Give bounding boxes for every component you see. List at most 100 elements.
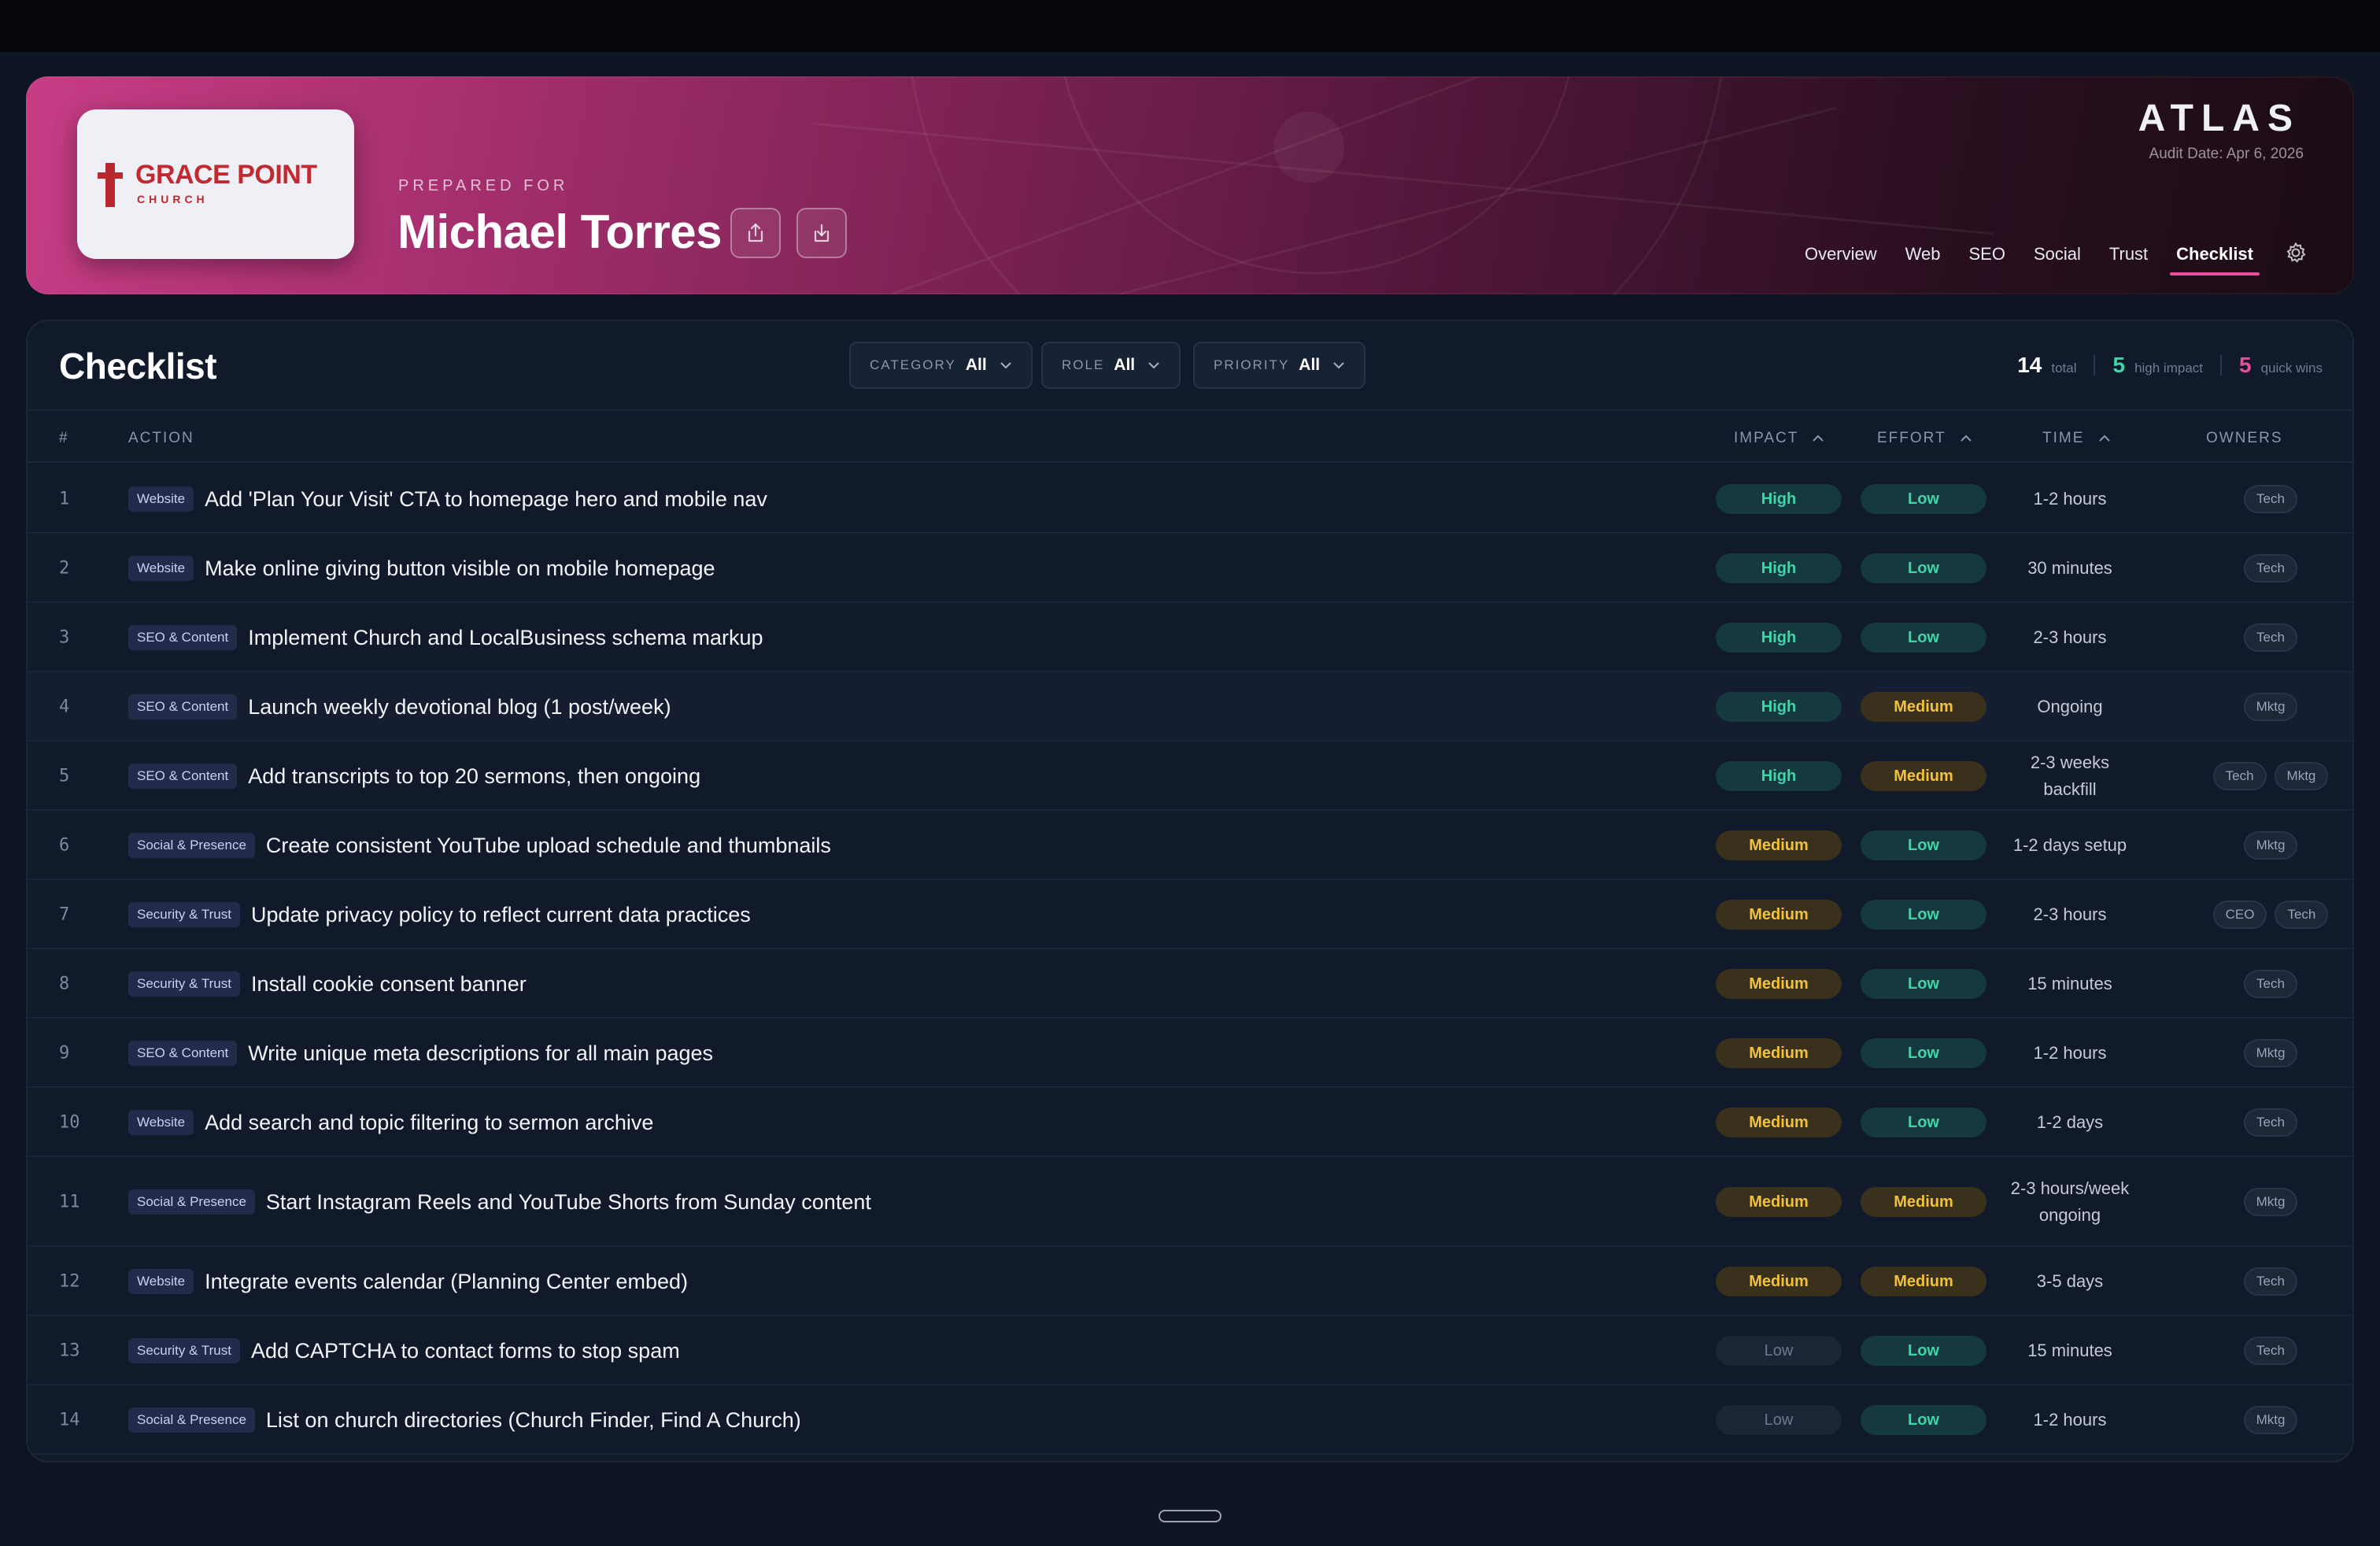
chevron-down-icon bbox=[1333, 362, 1344, 369]
action-cell: Website Add search and topic filtering to… bbox=[128, 1110, 653, 1135]
role-filter-label: ROLE bbox=[1062, 357, 1105, 372]
row-number: 2 bbox=[59, 558, 70, 579]
table-row[interactable]: 3 SEO & Content Implement Church and Local… bbox=[28, 603, 2352, 672]
category-tag: Security & Trust bbox=[128, 971, 240, 997]
effort-badge: Low bbox=[1861, 1405, 1986, 1435]
chevron-down-icon bbox=[1148, 362, 1159, 369]
row-number: 7 bbox=[59, 904, 70, 925]
table-row[interactable]: 5 SEO & Content Add transcripts to top 20 … bbox=[28, 742, 2352, 811]
category-tag: Website bbox=[128, 556, 194, 581]
share-button[interactable] bbox=[730, 208, 781, 258]
table-header: # ACTION IMPACT EFFORT TIME OWNERS bbox=[28, 412, 2352, 463]
priority-filter[interactable]: PRIORITY All bbox=[1193, 342, 1366, 389]
impact-badge: High bbox=[1716, 484, 1842, 514]
report-nav: Overview Web SEO Social Trust Checklist bbox=[1776, 242, 2307, 277]
owner-badge: Tech bbox=[2212, 762, 2267, 790]
table-row[interactable]: 1 Website Add 'Plan Your Visit' CTA to hom… bbox=[28, 464, 2352, 534]
category-tag: Social & Presence bbox=[128, 833, 255, 858]
table-row[interactable]: 8 Security & Trust Install cookie consent … bbox=[28, 949, 2352, 1019]
download-button[interactable] bbox=[796, 208, 847, 258]
tab-checklist[interactable]: Checklist bbox=[2170, 244, 2260, 276]
action-text: List on church directories (Church Finde… bbox=[265, 1407, 801, 1432]
action-text: Make online giving button visible on mob… bbox=[205, 556, 715, 580]
row-number: 9 bbox=[59, 1043, 70, 1063]
owner-badge: Tech bbox=[2244, 970, 2297, 998]
table-row[interactable]: 11 Social & Presence Start Instagram Reels… bbox=[28, 1157, 2352, 1247]
effort-badge: Low bbox=[1861, 969, 1986, 999]
time-estimate: 2-3 hours bbox=[2033, 627, 2107, 647]
effort-badge: Medium bbox=[1861, 761, 1986, 791]
tab-social[interactable]: Social bbox=[2034, 244, 2081, 276]
priority-filter-label: PRIORITY bbox=[1214, 357, 1290, 372]
owner-badge: Tech bbox=[2244, 1337, 2297, 1365]
effort-badge: Low bbox=[1861, 623, 1986, 653]
owners-cell: Tech bbox=[2176, 485, 2352, 513]
scroll-handle[interactable] bbox=[1159, 1510, 1221, 1522]
action-text: Create consistent YouTube upload schedul… bbox=[265, 833, 831, 857]
action-cell: SEO & Content Add transcripts to top 20 s… bbox=[128, 764, 700, 789]
impact-badge: High bbox=[1716, 623, 1842, 653]
chevron-up-icon bbox=[1960, 435, 1972, 442]
table-row[interactable]: 13 Security & Trust Add CAPTCHA to contact… bbox=[28, 1316, 2352, 1385]
impact-badge: High bbox=[1716, 692, 1842, 722]
owners-cell: Mktg bbox=[2176, 1039, 2352, 1067]
column-effort[interactable]: EFFORT bbox=[1877, 430, 1972, 447]
owner-badge: CEO bbox=[2212, 901, 2267, 929]
category-tag: Website bbox=[128, 1110, 194, 1135]
audit-date: Audit Date: Apr 6, 2026 bbox=[2149, 146, 2304, 162]
logo-name: GRACE POINT bbox=[135, 160, 317, 190]
time-estimate: 3-5 days bbox=[2036, 1271, 2104, 1291]
action-cell: Website Add 'Plan Your Visit' CTA to home… bbox=[128, 486, 767, 512]
owner-badge: Tech bbox=[2244, 485, 2297, 513]
report-header: GRACE POINT CHURCH PREPARED FOR Michael … bbox=[26, 76, 2354, 294]
table-row[interactable]: 4 SEO & Content Launch weekly devotional b… bbox=[28, 672, 2352, 742]
row-number: 6 bbox=[59, 835, 70, 856]
action-text: Add CAPTCHA to contact forms to stop spa… bbox=[250, 1338, 680, 1363]
category-filter[interactable]: CATEGORY All bbox=[849, 342, 1033, 389]
action-text: Install cookie consent banner bbox=[250, 971, 527, 996]
role-filter-value: All bbox=[1114, 356, 1136, 374]
owner-badge: Mktg bbox=[2243, 831, 2298, 860]
chevron-up-icon bbox=[1813, 435, 1824, 442]
time-estimate: 30 minutes bbox=[2027, 558, 2112, 578]
table-row[interactable]: 9 SEO & Content Write unique meta descript… bbox=[28, 1019, 2352, 1088]
tab-web[interactable]: Web bbox=[1905, 244, 1941, 276]
category-tag: SEO & Content bbox=[128, 694, 238, 719]
stat-divider bbox=[2094, 355, 2096, 375]
table-row[interactable]: 14 Social & Presence List on church direct… bbox=[28, 1385, 2352, 1455]
tab-trust[interactable]: Trust bbox=[2109, 244, 2148, 276]
table-row[interactable]: 10 Website Add search and topic filtering … bbox=[28, 1088, 2352, 1157]
row-number: 14 bbox=[59, 1410, 80, 1430]
settings-button[interactable] bbox=[2285, 242, 2307, 277]
tab-overview[interactable]: Overview bbox=[1805, 244, 1877, 276]
table-row[interactable]: 7 Security & Trust Update privacy policy t… bbox=[28, 880, 2352, 949]
action-cell: Website Integrate events calendar (Planni… bbox=[128, 1269, 688, 1294]
owners-cell: Tech bbox=[2176, 554, 2352, 583]
column-time[interactable]: TIME bbox=[2042, 430, 2111, 447]
column-time-label: TIME bbox=[2042, 430, 2085, 446]
checklist-stats: 14 total 5 high impact 5 quick wins bbox=[2017, 353, 2323, 378]
time-estimate: 15 minutes bbox=[2027, 1341, 2112, 1360]
column-action: ACTION bbox=[128, 430, 194, 446]
action-cell: SEO & Content Write unique meta descripti… bbox=[128, 1041, 713, 1066]
time-estimate: 1-2 hours bbox=[2033, 1410, 2107, 1429]
tab-seo[interactable]: SEO bbox=[1968, 244, 2005, 276]
table-row[interactable]: 6 Social & Presence Create consistent YouT… bbox=[28, 811, 2352, 880]
column-owners: OWNERS bbox=[2206, 430, 2283, 446]
role-filter[interactable]: ROLE All bbox=[1041, 342, 1181, 389]
time-estimate: Ongoing bbox=[2037, 697, 2103, 716]
table-row[interactable]: 2 Website Make online giving button visibl… bbox=[28, 534, 2352, 603]
owner-badge: Tech bbox=[2244, 623, 2297, 652]
priority-filter-value: All bbox=[1299, 356, 1321, 374]
column-impact[interactable]: IMPACT bbox=[1734, 430, 1824, 447]
action-text: Start Instagram Reels and YouTube Shorts… bbox=[265, 1189, 871, 1214]
effort-badge: Low bbox=[1861, 830, 1986, 860]
effort-badge: Low bbox=[1861, 1108, 1986, 1137]
owners-cell: Tech bbox=[2176, 970, 2352, 998]
action-text: Implement Church and LocalBusiness schem… bbox=[248, 625, 763, 649]
effort-badge: Medium bbox=[1861, 1267, 1986, 1296]
effort-badge: Low bbox=[1861, 553, 1986, 583]
table-row[interactable]: 12 Website Integrate events calendar (Plan… bbox=[28, 1247, 2352, 1316]
owners-cell: Mktg bbox=[2176, 1406, 2352, 1434]
checklist-panel: Checklist CATEGORY All ROLE All PRIORITY… bbox=[26, 320, 2354, 1463]
